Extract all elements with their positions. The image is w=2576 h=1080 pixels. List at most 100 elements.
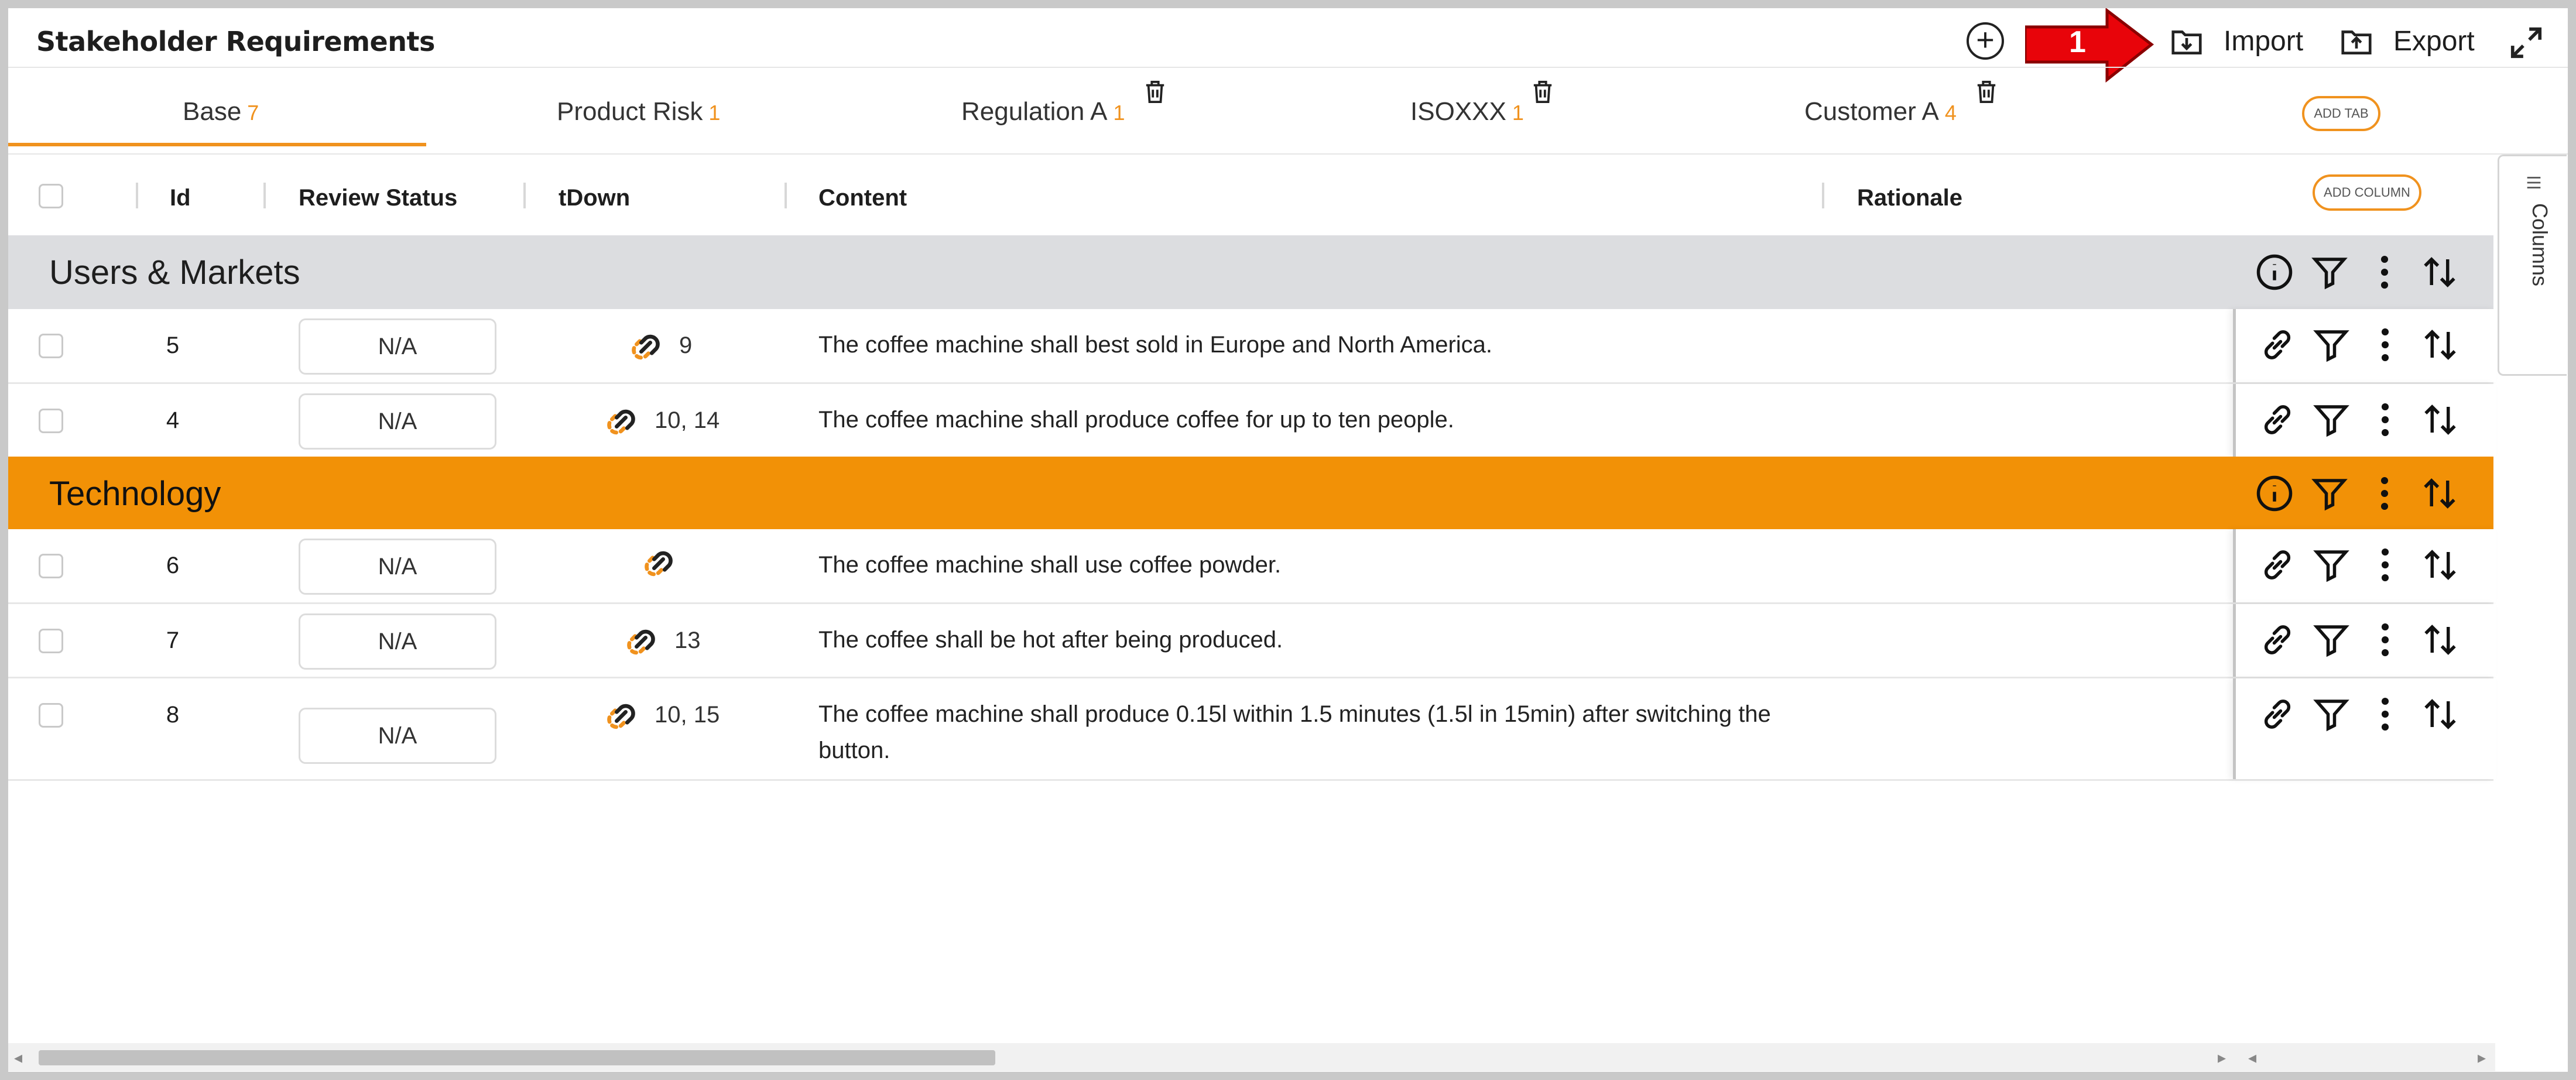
review-status-field[interactable]: N/A	[299, 393, 496, 450]
scroll-left-icon[interactable]: ◂	[14, 1048, 22, 1067]
import-button[interactable]: Import	[2169, 22, 2303, 60]
cell-content[interactable]: The coffee machine shall produce 0.15l w…	[818, 696, 1814, 769]
row-checkbox[interactable]	[39, 409, 63, 433]
review-status-field[interactable]: N/A	[299, 613, 496, 670]
tab-label: Customer A	[1804, 97, 1939, 126]
group-label: Technology	[49, 475, 221, 513]
sort-icon[interactable]	[2421, 546, 2459, 584]
scroll-right-icon[interactable]: ▸	[2478, 1048, 2486, 1067]
cell-content[interactable]: The coffee shall be hot after being prod…	[818, 622, 1814, 658]
review-status-field[interactable]: N/A	[299, 539, 496, 595]
link-icon[interactable]	[597, 398, 645, 446]
trash-icon[interactable]	[1144, 80, 1166, 104]
tab-bar: Base 7 Product Risk 1 Regulation A1 ISOXXX…	[8, 69, 2568, 151]
actions-scrollbar[interactable]: ◂ ▸	[2243, 1043, 2495, 1071]
scroll-left-icon[interactable]: ◂	[2248, 1048, 2256, 1067]
column-separator[interactable]	[785, 183, 787, 208]
link-icon[interactable]	[2258, 620, 2297, 659]
group-row-users-markets[interactable]: Users & Markets	[8, 235, 2493, 309]
tab-isoxxx[interactable]: ISOXXX 1	[1410, 97, 1524, 126]
table-row[interactable]: 5 N/A 9 The coffee machine shall best so…	[8, 309, 2496, 384]
cell-content[interactable]: The coffee machine shall use coffee powd…	[818, 547, 1814, 583]
cell-content[interactable]: The coffee machine shall best sold in Eu…	[818, 327, 1814, 363]
column-header-content[interactable]: Content	[818, 185, 907, 211]
tab-label: Base	[183, 97, 242, 126]
select-all-checkbox[interactable]	[39, 184, 63, 208]
tab-customer-a[interactable]: Customer A4	[1804, 97, 1957, 126]
link-icon[interactable]	[617, 618, 665, 666]
export-button[interactable]: Export	[2338, 22, 2475, 60]
tab-product-risk[interactable]: Product Risk 1	[557, 97, 720, 126]
group-row-technology[interactable]: Technology	[8, 457, 2493, 529]
add-column-button[interactable]: ADD COLUMN	[2313, 174, 2421, 211]
tab-label: ISOXXX	[1410, 97, 1506, 126]
link-icon[interactable]	[2258, 695, 2297, 733]
tdown-value[interactable]: 9	[679, 332, 692, 359]
tdown-value[interactable]: 10, 15	[655, 702, 720, 728]
link-icon[interactable]	[622, 323, 670, 371]
kebab-icon[interactable]	[2365, 474, 2404, 513]
tdown-value[interactable]: 10, 14	[655, 407, 720, 434]
sort-icon[interactable]	[2420, 474, 2459, 513]
link-icon[interactable]	[2258, 400, 2297, 439]
link-icon[interactable]	[635, 540, 683, 588]
horizontal-scrollbar[interactable]: ◂ ▸	[8, 1043, 2493, 1071]
trash-icon[interactable]	[1532, 80, 1554, 104]
column-header-rationale[interactable]: Rationale	[1857, 185, 1962, 211]
table-row[interactable]: 6 N/A The coffee machine shall use coffe…	[8, 529, 2496, 604]
row-checkbox[interactable]	[39, 554, 63, 578]
export-label: Export	[2393, 25, 2475, 57]
row-checkbox[interactable]	[39, 629, 63, 653]
tab-regulation-a[interactable]: Regulation A1	[961, 97, 1125, 126]
sort-icon[interactable]	[2421, 695, 2459, 733]
cell-content[interactable]: The coffee machine shall produce coffee …	[818, 402, 1814, 438]
table-row[interactable]: 4 N/A 10, 14 The coffee machine shall pr…	[8, 384, 2496, 458]
trash-icon[interactable]	[1975, 80, 1998, 104]
filter-icon[interactable]	[2310, 253, 2349, 292]
column-separator[interactable]	[136, 183, 138, 208]
link-icon[interactable]	[2258, 325, 2297, 364]
column-header-tdown[interactable]: tDown	[559, 185, 630, 211]
columns-side-tab[interactable]: Columns	[2498, 155, 2567, 376]
row-checkbox[interactable]	[39, 703, 63, 728]
kebab-icon[interactable]	[2366, 325, 2404, 364]
filter-icon[interactable]	[2312, 620, 2351, 659]
filter-icon[interactable]	[2310, 474, 2349, 513]
tab-base[interactable]: Base 7	[183, 97, 259, 126]
review-status-field[interactable]: N/A	[299, 318, 496, 375]
table-row[interactable]: 7 N/A 13 The coffee shall be hot after b…	[8, 604, 2496, 678]
kebab-icon[interactable]	[2366, 695, 2404, 733]
kebab-icon[interactable]	[2366, 400, 2404, 439]
info-icon[interactable]	[2255, 474, 2294, 513]
column-header-review-status[interactable]: Review Status	[299, 185, 457, 211]
link-icon[interactable]	[597, 692, 645, 740]
tab-count: 1	[708, 101, 721, 125]
info-icon[interactable]	[2255, 253, 2294, 292]
kebab-icon[interactable]	[2366, 620, 2404, 659]
expand-icon[interactable]	[2508, 25, 2544, 61]
kebab-icon[interactable]	[2365, 253, 2404, 292]
filter-icon[interactable]	[2312, 400, 2351, 439]
kebab-icon[interactable]	[2366, 546, 2404, 584]
link-icon[interactable]	[2258, 546, 2297, 584]
scroll-right-icon[interactable]: ▸	[2218, 1048, 2226, 1067]
row-checkbox[interactable]	[39, 334, 63, 358]
scrollbar-thumb[interactable]	[39, 1050, 995, 1065]
filter-icon[interactable]	[2312, 546, 2351, 584]
tdown-value[interactable]: 13	[674, 628, 701, 654]
sort-icon[interactable]	[2421, 400, 2459, 439]
sort-icon[interactable]	[2421, 620, 2459, 659]
column-separator[interactable]	[1822, 183, 1824, 208]
table-row[interactable]: 8 N/A 10, 15 The coffee machine shall pr…	[8, 678, 2496, 781]
column-separator[interactable]	[523, 183, 526, 208]
add-tab-button[interactable]: ADD TAB	[2302, 96, 2380, 131]
sort-icon[interactable]	[2421, 325, 2459, 364]
column-header-id[interactable]: Id	[170, 185, 191, 211]
cell-id: 8	[166, 702, 180, 728]
filter-icon[interactable]	[2312, 695, 2351, 733]
sort-icon[interactable]	[2420, 253, 2459, 292]
add-circle-icon[interactable]: +	[1967, 22, 2004, 60]
review-status-field[interactable]: N/A	[299, 708, 496, 764]
column-separator[interactable]	[263, 183, 266, 208]
filter-icon[interactable]	[2312, 325, 2351, 364]
